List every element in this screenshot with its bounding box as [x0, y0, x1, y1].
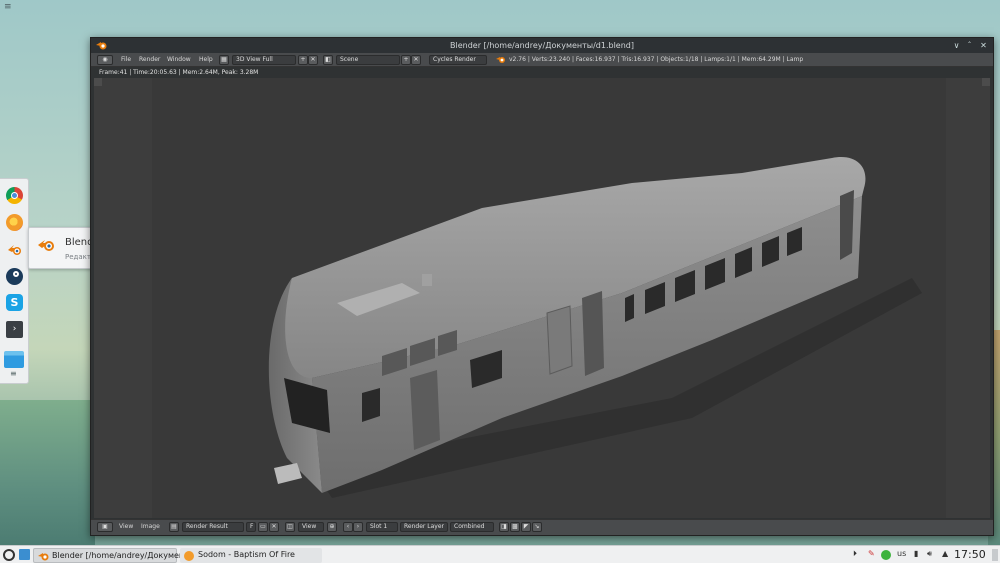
footer-menu-image[interactable]: Image: [141, 523, 160, 530]
render-result-field[interactable]: Render Result: [182, 522, 244, 532]
fake-user-button[interactable]: F: [246, 522, 256, 532]
media-play-icon[interactable]: ⏵: [853, 549, 857, 559]
mode-icon[interactable]: ◫: [285, 522, 295, 532]
image-browse-icon[interactable]: ▤: [169, 522, 179, 532]
scene-stats: v2.76 | Verts:23.240 | Faces:16.937 | Tr…: [509, 56, 804, 63]
train-car-render: [268, 157, 922, 498]
firefox-icon[interactable]: [6, 214, 23, 231]
layout-field[interactable]: 3D View Full: [232, 55, 296, 65]
steam-icon[interactable]: [6, 268, 23, 285]
viewport-corner-right[interactable]: [982, 78, 990, 86]
skype-icon[interactable]: S: [6, 294, 23, 311]
desktop-menu-icon[interactable]: ≡: [4, 3, 12, 12]
alpha-button[interactable]: ▩: [510, 522, 520, 532]
desktop-hill: [0, 400, 95, 545]
volume-icon[interactable]: 🔊︎: [927, 549, 932, 559]
viewport-corner-left[interactable]: [94, 78, 102, 86]
footer-editor-type-button[interactable]: ▣: [97, 522, 113, 532]
task-blender-icon: [38, 553, 49, 561]
task-audio-label: Sodom - Baptism Of Fire: [198, 550, 295, 559]
blender-info-header: ◉ File Render Window Help ▦ 3D View Full…: [91, 53, 993, 67]
layout-remove-button[interactable]: ✕: [308, 55, 318, 65]
task-player-icon: [184, 551, 194, 561]
minimize-button[interactable]: ∨: [951, 40, 962, 51]
footer-view-select[interactable]: View: [298, 522, 324, 532]
render-result-image: [152, 78, 946, 518]
dock-menu-icon[interactable]: ≡: [10, 370, 17, 378]
clock[interactable]: 17:50: [954, 548, 986, 561]
chrome-icon[interactable]: [6, 187, 23, 204]
menu-file[interactable]: File: [121, 56, 131, 63]
color-alpha-button[interactable]: ◨: [499, 522, 509, 532]
render-layer-select[interactable]: Render Layer: [400, 522, 448, 532]
taskbar-corner[interactable]: [992, 549, 998, 561]
keyboard-layout[interactable]: us: [897, 549, 906, 558]
footer-menu-view[interactable]: View: [119, 523, 133, 530]
start-menu-icon[interactable]: [3, 549, 15, 561]
image-editor-viewport[interactable]: [94, 78, 990, 518]
image-open-icon[interactable]: ▭: [258, 522, 268, 532]
blender-icon[interactable]: [6, 241, 23, 258]
blender-logo-icon: [38, 240, 54, 251]
slot-prev-button[interactable]: ‹: [343, 522, 353, 532]
menu-window[interactable]: Window: [167, 56, 191, 63]
render-engine-select[interactable]: Cycles Render: [429, 55, 487, 65]
image-editor-header: ▣ View Image ▤ Render Result F ▭ ✕ ◫ Vie…: [91, 519, 993, 535]
image-close-button[interactable]: ✕: [269, 522, 279, 532]
menu-render[interactable]: Render: [139, 56, 160, 63]
editor-type-button[interactable]: ◉: [97, 55, 113, 65]
slot-next-button[interactable]: ›: [353, 522, 363, 532]
close-button[interactable]: ✕: [978, 40, 989, 51]
pivot-icon[interactable]: ⊕: [327, 522, 337, 532]
window-title: Blender [/home/andrey/Документы/d1.blend…: [449, 41, 634, 50]
task-audio-player[interactable]: Sodom - Baptism Of Fire: [180, 548, 322, 563]
show-desktop-icon[interactable]: [19, 549, 30, 560]
layout-icon[interactable]: ▦: [219, 55, 229, 65]
dock: S › ≡: [0, 178, 29, 384]
scene-field[interactable]: Scene: [336, 55, 400, 65]
scene-add-button[interactable]: +: [401, 55, 411, 65]
terminal-icon[interactable]: ›: [6, 321, 23, 338]
status-ok-icon[interactable]: [881, 550, 891, 560]
file-manager-icon[interactable]: [4, 351, 24, 368]
scene-remove-button[interactable]: ✕: [411, 55, 421, 65]
slot-select[interactable]: Slot 1: [366, 522, 398, 532]
scene-icon[interactable]: ◧: [323, 55, 333, 65]
menu-help[interactable]: Help: [199, 56, 213, 63]
blender-window: Blender [/home/andrey/Документы/d1.blend…: [90, 37, 994, 536]
maximize-button[interactable]: ˆ: [964, 40, 975, 51]
layout-add-button[interactable]: +: [298, 55, 308, 65]
pin-button[interactable]: ↘: [532, 522, 542, 532]
window-titlebar[interactable]: Blender [/home/andrey/Документы/d1.blend…: [91, 38, 993, 53]
clipboard-icon[interactable]: ▮: [914, 549, 918, 558]
scopes-button[interactable]: ◤: [521, 522, 531, 532]
task-blender[interactable]: Blender [/home/andrey/Документ...: [33, 548, 196, 563]
update-icon[interactable]: ✎: [868, 549, 875, 558]
render-info-line: Frame:41 | Time:20:05.63 | Mem:2.64M, Pe…: [99, 69, 259, 76]
tray-expand-icon[interactable]: ▲: [942, 549, 948, 558]
task-blender-label: Blender [/home/andrey/Документ...: [52, 551, 197, 560]
blender-version-icon: [496, 57, 505, 63]
taskbar: Blender [/home/andrey/Документ... Sodom …: [0, 545, 1000, 563]
render-pass-select[interactable]: Combined: [450, 522, 494, 532]
